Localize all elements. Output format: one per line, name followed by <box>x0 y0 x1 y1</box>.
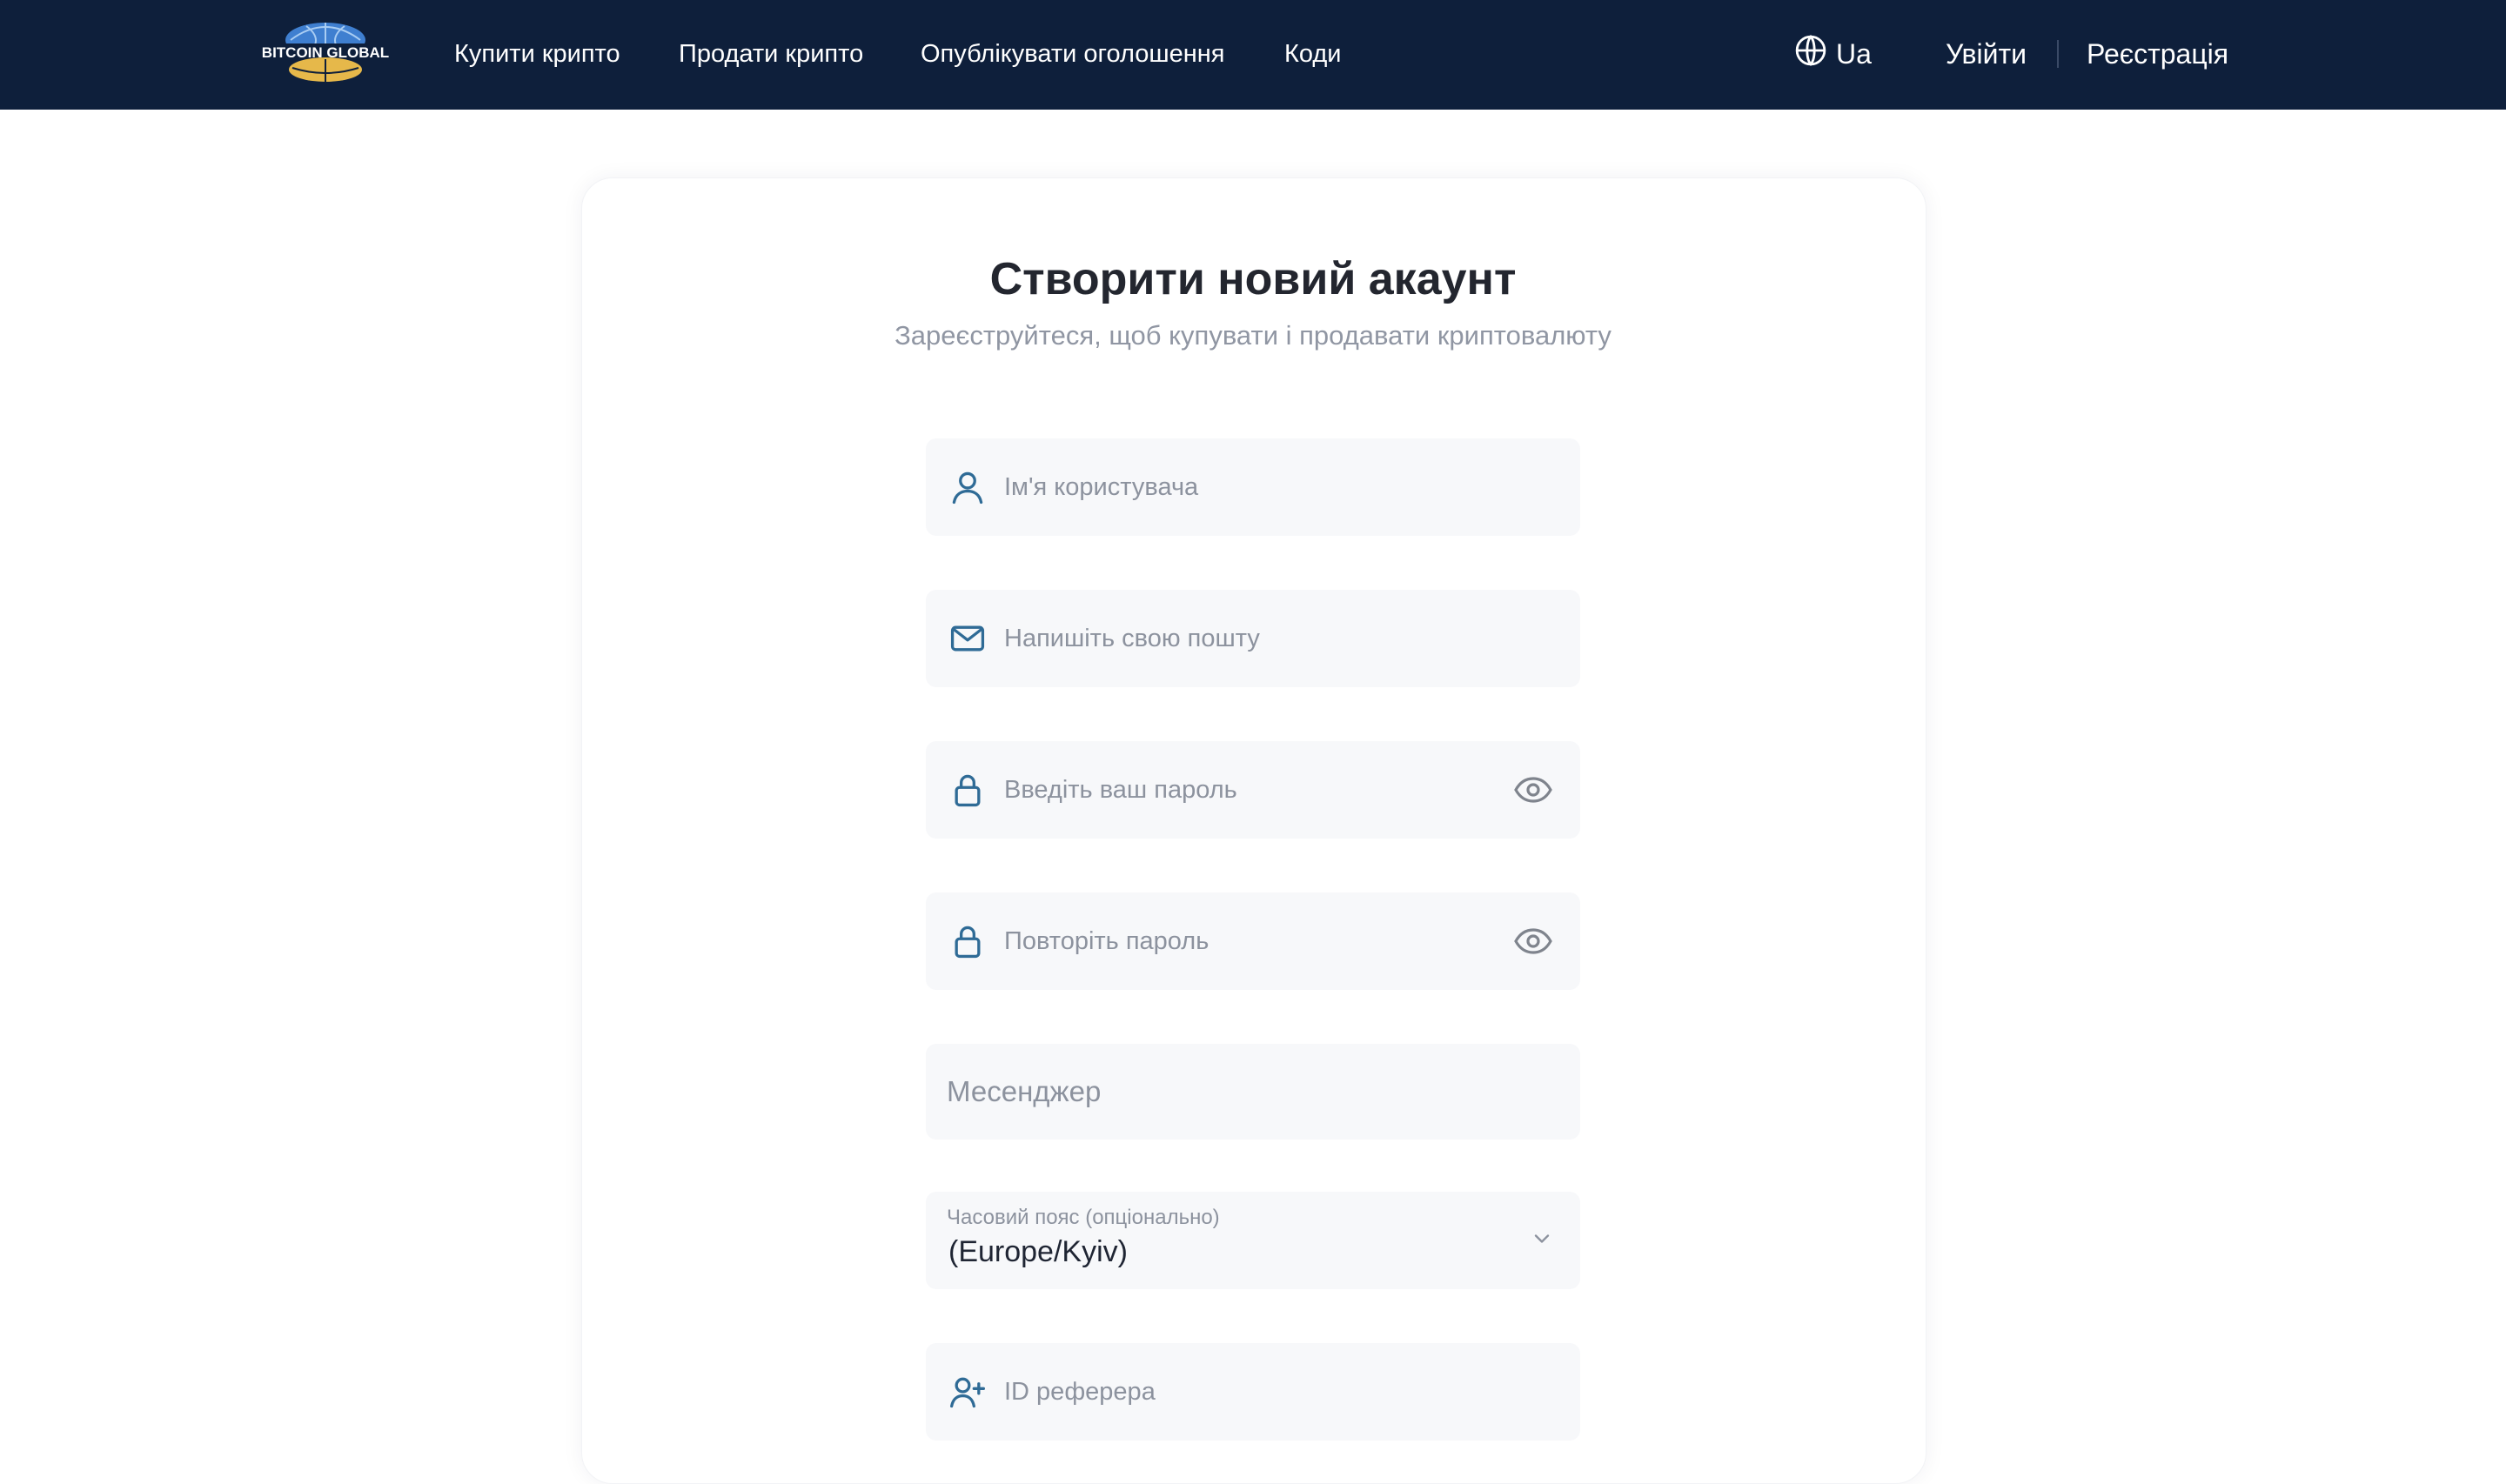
mail-icon <box>947 590 988 687</box>
referrer-field[interactable] <box>926 1343 1580 1441</box>
lock-icon <box>947 741 988 839</box>
lock-icon <box>947 892 988 990</box>
page-subtitle: Зареєструйтеся, щоб купувати і продавати… <box>895 320 1611 351</box>
user-plus-icon <box>947 1343 988 1441</box>
timezone-value: (Europe/Kyiv) <box>948 1235 1128 1268</box>
nav-codes[interactable]: Коди <box>1284 37 1342 71</box>
user-icon <box>947 438 988 536</box>
timezone-label: Часовий пояс (опціонально) <box>947 1206 1220 1229</box>
password-field[interactable] <box>926 741 1580 839</box>
password-repeat-field[interactable] <box>926 892 1580 990</box>
top-navbar: BITCOIN GLOBAL Купити крипто Продати кри… <box>0 0 2506 110</box>
eye-icon[interactable] <box>1511 892 1556 990</box>
logo-text: BITCOIN GLOBAL <box>262 44 389 61</box>
password-repeat-input[interactable] <box>1004 892 1491 990</box>
bitcoin-global-logo[interactable]: BITCOIN GLOBAL <box>261 21 390 84</box>
username-input[interactable] <box>1004 438 1491 536</box>
nav-sell-crypto[interactable]: Продати крипто <box>679 37 863 71</box>
page-title: Створити новий акаунт <box>989 254 1517 304</box>
email-field[interactable] <box>926 590 1580 687</box>
auth-divider <box>2057 40 2059 68</box>
username-field[interactable] <box>926 438 1580 536</box>
language-label: Ua <box>1836 37 1872 70</box>
nav-buy-crypto[interactable]: Купити крипто <box>454 37 620 71</box>
language-selector[interactable]: Ua <box>1794 34 1872 74</box>
eye-icon[interactable] <box>1511 741 1556 839</box>
referrer-input[interactable] <box>1004 1343 1491 1441</box>
register-link[interactable]: Реєстрація <box>2087 35 2228 73</box>
chevron-down-icon[interactable] <box>1530 1227 1554 1255</box>
nav-post-ad[interactable]: Опублікувати оголошення <box>921 37 1224 71</box>
globe-icon <box>1794 34 1836 74</box>
email-input[interactable] <box>1004 590 1491 687</box>
messenger-field[interactable] <box>926 1044 1580 1140</box>
password-input[interactable] <box>1004 741 1491 839</box>
messenger-input[interactable] <box>947 1044 1556 1140</box>
login-link[interactable]: Увійти <box>1946 35 2027 73</box>
timezone-select[interactable]: Часовий пояс (опціонально) (Europe/Kyiv) <box>926 1192 1580 1289</box>
